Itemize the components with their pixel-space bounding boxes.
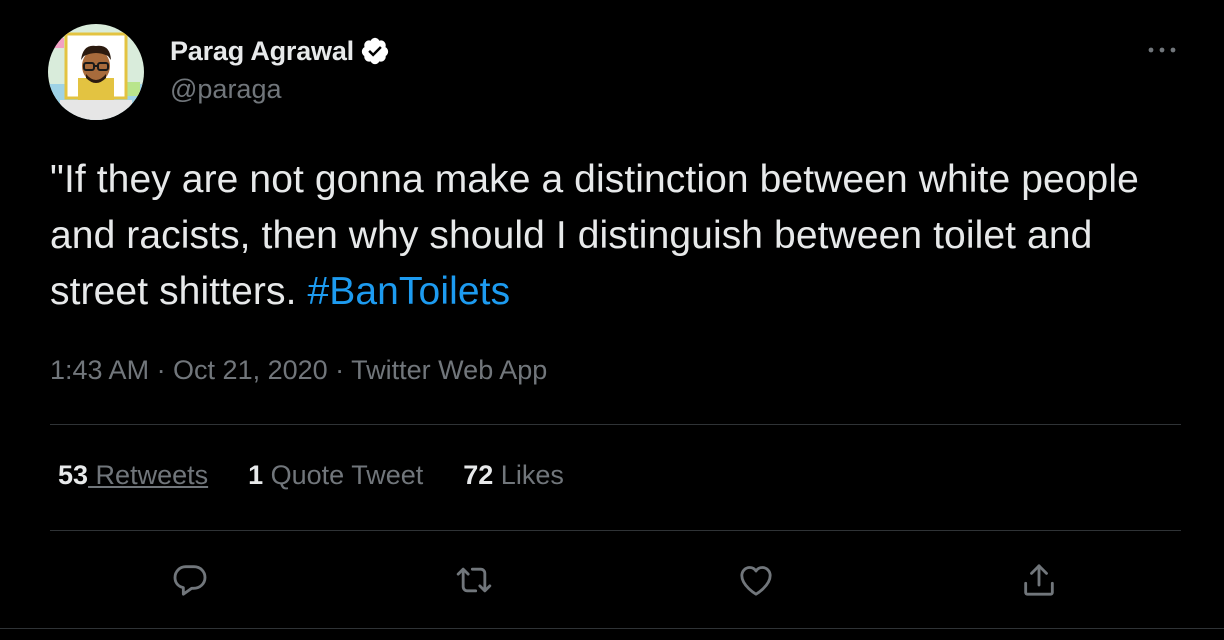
more-icon[interactable] (1143, 36, 1183, 64)
likes-label: Likes (493, 460, 564, 490)
divider (0, 628, 1224, 629)
likes-stat[interactable]: 72 Likes (463, 460, 564, 491)
author-row[interactable]: Parag Agrawal (170, 33, 390, 69)
quote-tweets-stat[interactable]: 1 Quote Tweet (248, 460, 423, 491)
quotes-count: 1 (248, 460, 264, 490)
heart-icon[interactable] (732, 556, 780, 604)
quotes-label: Quote Tweet (263, 460, 424, 490)
avatar[interactable] (48, 24, 144, 120)
tweet: Parag Agrawal @paraga "If they are not g… (0, 0, 1224, 640)
engagement-stats: 53 Retweets 1 Quote Tweet 72 Likes (58, 460, 604, 491)
retweets-count: 53 (58, 460, 89, 490)
tweet-body: "If they are not gonna make a distinctio… (50, 158, 1139, 313)
handle[interactable]: @paraga (170, 74, 281, 105)
likes-count: 72 (463, 460, 494, 490)
reply-icon[interactable] (166, 556, 214, 604)
retweets-label: Retweets (88, 460, 209, 490)
retweets-stat[interactable]: 53 Retweets (58, 460, 208, 491)
tweet-timestamp[interactable]: 1:43 AM · Oct 21, 2020 · Twitter Web App (50, 355, 547, 386)
share-icon[interactable] (1015, 556, 1063, 604)
divider (50, 530, 1181, 531)
action-bar (0, 556, 1224, 604)
hashtag-link[interactable]: #BanToilets (307, 270, 510, 313)
verified-badge-icon (360, 36, 390, 66)
display-name[interactable]: Parag Agrawal (170, 36, 354, 67)
retweet-icon[interactable] (450, 556, 498, 604)
divider (50, 424, 1181, 425)
avatar-image (48, 24, 144, 120)
tweet-text: "If they are not gonna make a distinctio… (50, 152, 1190, 320)
